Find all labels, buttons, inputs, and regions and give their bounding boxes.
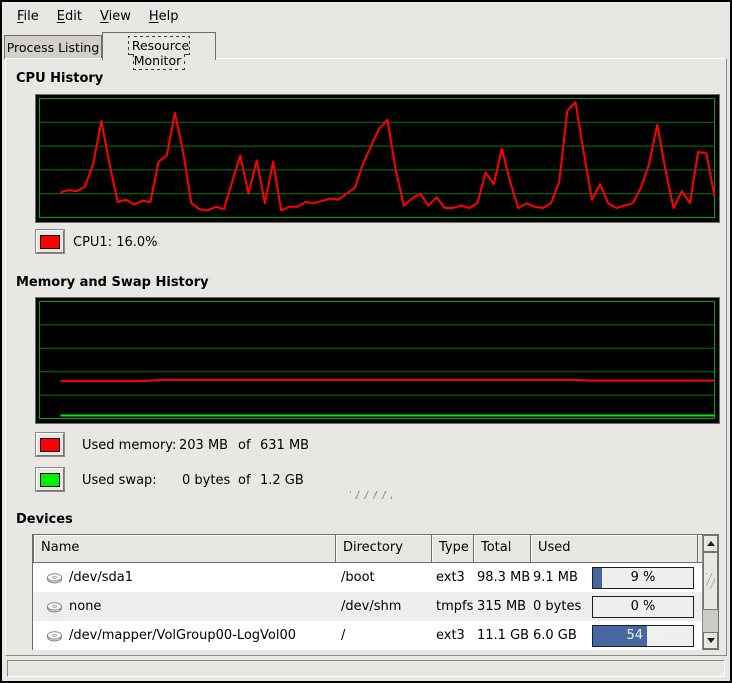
column-header-name[interactable]: Name	[33, 535, 336, 563]
cpu1-legend-label: CPU1: 16.0%	[73, 235, 158, 250]
devices-scrollbar[interactable]	[702, 535, 718, 649]
device-used: 6.0 GB	[531, 628, 577, 643]
cpu1-color-swatch	[40, 235, 60, 249]
used-swap-label: Used swap:	[82, 473, 157, 488]
column-header-type[interactable]: Type	[432, 535, 474, 563]
tab-resource-monitor[interactable]: Resource Monitor	[102, 32, 216, 60]
used-swap-value: 0 bytes	[182, 473, 230, 488]
device-name: /dev/mapper/VolGroup00-LogVol00	[69, 628, 296, 643]
device-type: ext3	[432, 628, 474, 643]
column-header-used[interactable]: Used	[531, 535, 698, 563]
status-bar	[7, 660, 725, 677]
device-directory: /	[336, 628, 432, 643]
column-header-total[interactable]: Total	[474, 535, 531, 563]
used-swap-total: 1.2 GB	[260, 473, 304, 488]
scrollbar-up-button[interactable]	[703, 535, 718, 552]
usage-progressbar: 54 %	[592, 625, 694, 647]
used-swap-of: of	[238, 473, 251, 488]
used-memory-color-swatch	[40, 438, 60, 452]
device-total: 98.3 MB	[474, 570, 531, 585]
device-directory: /boot	[336, 570, 432, 585]
devices-table-header: Name Directory Type Total Used	[33, 535, 702, 563]
device-name: /dev/sda1	[69, 570, 133, 585]
disk-icon	[46, 599, 63, 615]
device-total: 315 MB	[474, 599, 531, 614]
device-type: tmpfs	[432, 599, 474, 614]
used-memory-total: 631 MB	[260, 438, 309, 453]
devices-table: Name Directory Type Total Used /dev/sda1…	[32, 534, 719, 650]
usage-progressbar: 0 %	[592, 596, 694, 618]
tab-resource-monitor-label: Resource Monitor	[129, 37, 189, 69]
usage-progressbar: 9 %	[592, 567, 694, 589]
system-monitor-window: File Edit View Help Process Listing Reso…	[0, 0, 732, 683]
disk-icon	[46, 570, 63, 586]
devices-table-body: /dev/sda1 /boot ext3 98.3 MB 9.1 MB 9 % …	[33, 563, 702, 650]
cpu-history-graph	[35, 94, 720, 223]
used-swap-color-swatch	[40, 473, 60, 487]
usage-percent-label: 9 %	[593, 568, 693, 588]
device-name: none	[69, 599, 101, 614]
device-total: 11.1 GB	[474, 628, 531, 643]
used-memory-label: Used memory:	[82, 438, 176, 453]
tab-bar: Process Listing Resource Monitor	[2, 31, 730, 59]
devices-title: Devices	[16, 512, 73, 527]
device-used: 9.1 MB	[531, 570, 578, 585]
memory-swap-graph	[35, 297, 720, 424]
used-memory-color-button[interactable]	[36, 433, 64, 456]
cpu-history-title: CPU History	[16, 71, 103, 86]
usage-percent-label: 0 %	[593, 597, 693, 617]
table-row[interactable]: none /dev/shm tmpfs 315 MB 0 bytes 0 %	[33, 592, 702, 621]
device-type: ext3	[432, 570, 474, 585]
scrollbar-thumb[interactable]	[703, 552, 718, 610]
arrow-up-icon	[707, 541, 715, 546]
device-used: 0 bytes	[531, 599, 581, 614]
menubar: File Edit View Help	[2, 2, 730, 30]
disk-icon	[46, 628, 63, 644]
table-row[interactable]: /dev/mapper/VolGroup00-LogVol00 / ext3 1…	[33, 621, 702, 650]
table-row[interactable]: /dev/sda1 /boot ext3 98.3 MB 9.1 MB 9 %	[33, 563, 702, 592]
arrow-down-icon	[707, 638, 715, 643]
menu-help[interactable]: Help	[140, 6, 188, 27]
used-memory-of: of	[238, 438, 251, 453]
menu-view[interactable]: View	[91, 6, 140, 27]
menu-file[interactable]: File	[8, 6, 48, 27]
menu-edit[interactable]: Edit	[48, 6, 91, 27]
scrollbar-down-button[interactable]	[703, 632, 718, 649]
column-header-directory[interactable]: Directory	[336, 535, 432, 563]
pane-resize-grip[interactable]	[350, 491, 392, 499]
used-swap-color-button[interactable]	[36, 468, 64, 491]
cpu1-color-button[interactable]	[36, 230, 64, 253]
usage-percent-label: 54 %	[593, 626, 693, 646]
tab-process-listing[interactable]: Process Listing	[4, 35, 102, 59]
used-memory-value: 203 MB	[179, 438, 228, 453]
memory-history-title: Memory and Swap History	[16, 275, 209, 290]
device-directory: /dev/shm	[336, 599, 432, 614]
